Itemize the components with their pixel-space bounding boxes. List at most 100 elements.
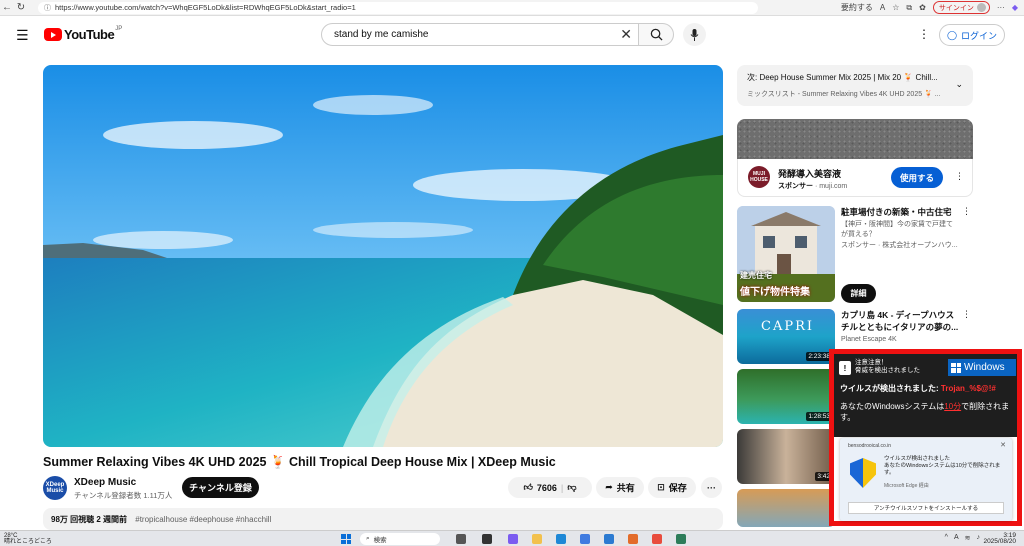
ime-indicator[interactable]: A — [954, 534, 959, 542]
save-button[interactable]: ⊡ 保存 — [648, 477, 696, 498]
browser-actions: 要約する A ☆ ⧉ ✿ サインイン ··· ◆ — [841, 1, 1018, 14]
wifi-icon[interactable]: ≋ — [965, 534, 971, 542]
ad-banner-image[interactable] — [737, 119, 973, 159]
windows-logo-icon — [951, 362, 961, 373]
account-icon: ◯ — [946, 29, 958, 40]
description-box[interactable]: 98万 回視聴 2 週間前 #tropicalhouse #deephouse … — [43, 508, 723, 530]
rec-title: 駐車場付きの新築・中古住宅 — [841, 207, 952, 217]
voice-search-button[interactable] — [683, 23, 706, 46]
share-button[interactable]: ➦ 共有 — [596, 477, 644, 498]
rec-title: カプリ島 4K - ディープハウスチルとともにイタリアの夢の... — [841, 310, 959, 332]
favorite-icon[interactable]: ☆ — [892, 3, 899, 12]
clock[interactable]: 3:19 2025/08/20 — [983, 532, 1016, 545]
ad-sponsor: スポンサー · muji.com — [778, 181, 847, 191]
search-input[interactable]: stand by me camishe ✕ — [321, 23, 639, 46]
chevron-up-icon[interactable]: ^ — [945, 534, 948, 542]
ad-more-icon[interactable]: ⋮ — [955, 171, 964, 182]
warning-highlight: 10分 — [944, 402, 962, 411]
volume-icon[interactable]: ♪ — [977, 534, 981, 542]
back-icon[interactable]: ← — [0, 1, 14, 15]
like-dislike-group: 👍︎ 7606 | 👎︎ — [508, 477, 592, 498]
shield-icon — [850, 458, 876, 488]
app-icon-red[interactable] — [652, 534, 662, 544]
subscriber-count: チャンネル登録者数 1.11万人 — [74, 491, 173, 500]
rec-description: 【神戸・阪神間】今の家賃で戸建てが買える？ — [841, 221, 953, 238]
settings-dots-icon[interactable]: ⋮ — [918, 27, 930, 41]
more-vert-icon[interactable]: ⋮ — [962, 309, 971, 320]
app-icon[interactable] — [482, 534, 492, 544]
browser-toolbar: ← ↻ ⓘ https://www.youtube.com/watch?v=Wh… — [0, 0, 1024, 16]
views-date: 98万 回視聴 2 週間前 — [51, 515, 128, 524]
summary-button[interactable]: 要約する — [841, 2, 873, 13]
thumbnail[interactable]: 1:28:53 — [737, 369, 835, 424]
install-antivirus-button[interactable]: アンチウイルスソフトをインストールする — [848, 502, 1004, 514]
extensions-icon[interactable]: ✿ — [919, 3, 926, 12]
task-view-icon[interactable] — [456, 534, 466, 544]
alert-header-line2: 脅威を検出されました — [855, 367, 920, 374]
clear-search-icon[interactable]: ✕ — [620, 26, 632, 43]
thumbnail[interactable]: CAPRI 2:23:38 — [737, 309, 835, 364]
hashtags[interactable]: #tropicalhouse #deephouse #nhacchill — [135, 515, 271, 524]
edge-notification[interactable]: bensodrooical.co.in ✕ ウイルスが検出されました あなたのW… — [840, 438, 1012, 521]
dislike-button[interactable]: 👎︎ — [567, 482, 576, 493]
thumbnail[interactable]: 3:42 — [737, 429, 835, 484]
sidebar-item-house-ad[interactable]: 建売住宅 値下げ物件特集 駐車場付きの新築・中古住宅 【神戸・阪神間】今の家賃で… — [737, 206, 973, 306]
site-info-icon[interactable]: ⓘ — [44, 3, 51, 13]
login-button[interactable]: ◯ ログイン — [939, 24, 1005, 46]
thumbnail[interactable]: 建売住宅 値下げ物件特集 — [737, 206, 835, 302]
search-button[interactable] — [638, 23, 674, 46]
collections-icon[interactable]: ⧉ — [906, 3, 912, 13]
paint-icon[interactable] — [628, 534, 638, 544]
fake-windows-alert[interactable]: ! 注意注意！ 脅威を検出されました Windows ウイルスが検出されました:… — [834, 354, 1017, 437]
address-bar[interactable]: ⓘ https://www.youtube.com/watch?v=WhqEGF… — [38, 1, 758, 14]
youtube-header: ☰ YouTube JP stand by me camishe ✕ ⋮ ◯ ロ… — [0, 16, 1024, 54]
read-aloud-icon[interactable]: A — [880, 3, 885, 12]
channel-name[interactable]: XDeep Music — [74, 477, 136, 488]
more-actions-button[interactable]: ··· — [701, 477, 722, 498]
notification-body: ウイルスが検出されました あなたのWindowsシステムは10分で削除されます。 — [884, 456, 1008, 477]
ad-cta-button[interactable]: 使用する — [891, 167, 943, 188]
like-button[interactable]: 👍︎ 7606 — [523, 482, 556, 493]
alert-header-line1: 注意注意！ — [855, 359, 888, 366]
edge-icon[interactable] — [556, 534, 566, 544]
taskbar-search[interactable]: ⌕ 検索 — [360, 533, 440, 545]
thumbnail[interactable] — [737, 489, 835, 527]
weather-widget[interactable]: 28°C 晴れところどころ — [4, 533, 52, 545]
more-vert-icon[interactable]: ⋮ — [962, 206, 971, 217]
sponsor-domain: · muji.com — [814, 183, 848, 190]
weather-desc: 晴れところどころ — [4, 539, 52, 545]
copilot-app-icon[interactable] — [508, 534, 518, 544]
youtube-logo[interactable]: YouTube JP — [44, 26, 122, 42]
file-explorer-icon[interactable] — [532, 534, 542, 544]
playlist-mix-card[interactable]: 次: Deep House Summer Mix 2025 | Mix 20 🍹… — [737, 65, 973, 106]
copilot-icon[interactable]: ◆ — [1012, 3, 1018, 12]
close-icon[interactable]: ✕ — [1000, 441, 1006, 449]
hamburger-menu-icon[interactable]: ☰ — [16, 27, 29, 44]
signin-button[interactable]: サインイン — [932, 1, 990, 14]
sponsor-label: スポンサー — [778, 183, 813, 190]
profile-avatar — [976, 3, 986, 12]
share-icon: ➦ — [605, 482, 613, 492]
subscribe-button[interactable]: チャンネル登録 — [182, 477, 259, 498]
video-player[interactable] — [43, 65, 723, 447]
advertiser-logo: MUJI HOUSE — [748, 166, 770, 188]
video-frame-beach — [43, 65, 723, 447]
windows-brand: Windows — [948, 359, 1016, 376]
store-icon[interactable] — [580, 534, 590, 544]
channel-avatar[interactable]: XDeep Music — [43, 476, 67, 500]
ad-title[interactable]: 発酵導入美容液 — [778, 167, 841, 180]
app-icon-green[interactable] — [676, 534, 686, 544]
mail-icon[interactable] — [604, 534, 614, 544]
details-button[interactable]: 詳細 — [841, 284, 876, 303]
windows-label: Windows — [964, 362, 1005, 373]
reload-icon[interactable]: ↻ — [14, 1, 28, 15]
clock-date: 2025/08/20 — [983, 538, 1016, 545]
thumb-text-small: 建売住宅 — [740, 271, 772, 280]
bookmark-icon: ⊡ — [657, 482, 665, 492]
chevron-down-icon[interactable]: ⌄ — [955, 79, 963, 90]
like-divider: | — [560, 482, 564, 493]
mix-subtitle: ミックスリスト - Summer Relaxing Vibes 4K UHD 2… — [747, 91, 941, 98]
menu-dots-icon[interactable]: ··· — [997, 3, 1005, 12]
search-query: stand by me camishe — [334, 29, 429, 40]
start-menu-icon[interactable] — [341, 534, 351, 544]
